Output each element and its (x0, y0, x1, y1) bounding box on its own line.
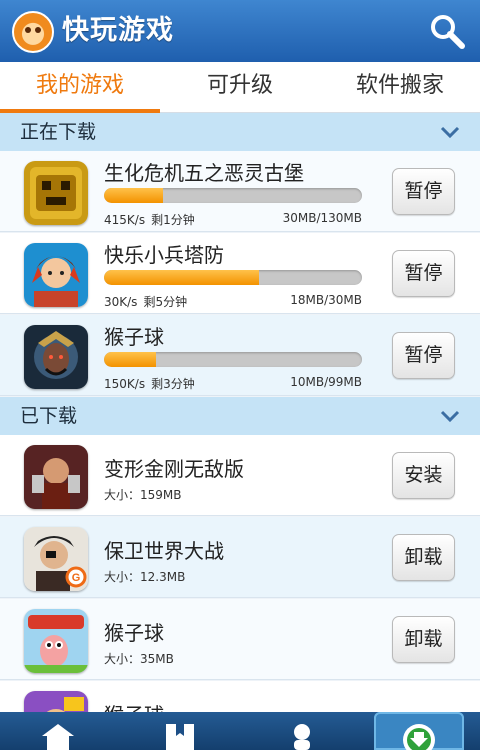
download-icon (403, 724, 435, 750)
chevron-down-icon[interactable] (440, 409, 460, 423)
download-speed: 415K/s 剩1分钟 (104, 213, 195, 227)
download-item: 生化危机五之恶灵古堡 415K/s 剩1分钟 30MB/130MB 暂停 (0, 151, 480, 232)
download-item: 快乐小兵塔防 30K/s 剩5分钟 18MB/30MB 暂停 (0, 233, 480, 314)
nav-user[interactable] (272, 712, 332, 750)
app-title: 快玩游戏 (62, 15, 174, 46)
download-size: 30MB/130MB (282, 211, 362, 225)
download-size: 10MB/99MB (290, 375, 362, 389)
downloaded-item: 变形金刚无敌版 大小：159MB 安装 (0, 435, 480, 516)
game-name: 猴子球 (104, 621, 164, 645)
game-name: 猴子球 (104, 325, 164, 349)
app-header: 快玩游戏 (0, 0, 480, 62)
game-name: 生化危机五之恶灵古堡 (104, 161, 304, 185)
uninstall-button[interactable]: 卸载 (392, 534, 455, 581)
tab-app-move[interactable]: 软件搬家 (320, 62, 480, 113)
download-item: 猴子球 150K/s 剩3分钟 10MB/99MB 暂停 (0, 315, 480, 396)
pause-button[interactable]: 暂停 (392, 168, 455, 215)
nav-home[interactable] (28, 712, 88, 750)
progress-bar (104, 188, 362, 203)
install-button[interactable]: 安装 (392, 452, 455, 499)
uninstall-button[interactable]: 卸载 (392, 616, 455, 663)
tab-my-games[interactable]: 我的游戏 (0, 62, 160, 113)
chevron-down-icon[interactable] (440, 125, 460, 139)
file-size: 大小：35MB (104, 652, 174, 666)
section-downloaded[interactable]: 已下载 (0, 397, 480, 435)
download-speed: 150K/s 剩3分钟 (104, 377, 195, 391)
game-name: 保卫世界大战 (104, 539, 224, 563)
progress-bar (104, 352, 362, 367)
section-downloading[interactable]: 正在下载 (0, 113, 480, 151)
three-kingdoms-game-icon (24, 325, 88, 389)
game-name: 快乐小兵塔防 (104, 243, 224, 267)
bottom-nav (0, 712, 480, 750)
download-size: 18MB/30MB (290, 293, 362, 307)
file-size: 大小：12.3MB (104, 570, 186, 584)
downloaded-item: G 保卫世界大战 大小：12.3MB 卸载 (0, 517, 480, 598)
search-icon[interactable] (428, 12, 466, 50)
nav-bookmark[interactable] (150, 712, 210, 750)
user-icon (294, 724, 310, 750)
pirate-game-icon: G (24, 527, 88, 591)
temple-run-game-icon (24, 161, 88, 225)
game-name: 变形金刚无敌版 (104, 457, 244, 481)
nav-download[interactable] (374, 712, 464, 750)
bookmark-icon (166, 724, 194, 750)
downloaded-item: 猴子球 大小：35MB 卸载 (0, 599, 480, 680)
pause-button[interactable]: 暂停 (392, 332, 455, 379)
brawler-game-icon (24, 445, 88, 509)
pause-button[interactable]: 暂停 (392, 250, 455, 297)
warrior-girl-game-icon (24, 243, 88, 307)
home-icon (42, 724, 74, 750)
section-title: 正在下载 (20, 121, 97, 143)
svg-text:G: G (72, 572, 81, 584)
section-title: 已下载 (20, 405, 78, 427)
monkey-logo-icon (12, 11, 54, 53)
file-size: 大小：159MB (104, 488, 182, 502)
tab-bar: 我的游戏 可升级 软件搬家 (0, 62, 480, 113)
download-speed: 30K/s 剩5分钟 (104, 295, 188, 309)
worms-game-icon (24, 609, 88, 673)
tab-upgradable[interactable]: 可升级 (160, 62, 320, 113)
progress-bar (104, 270, 362, 285)
